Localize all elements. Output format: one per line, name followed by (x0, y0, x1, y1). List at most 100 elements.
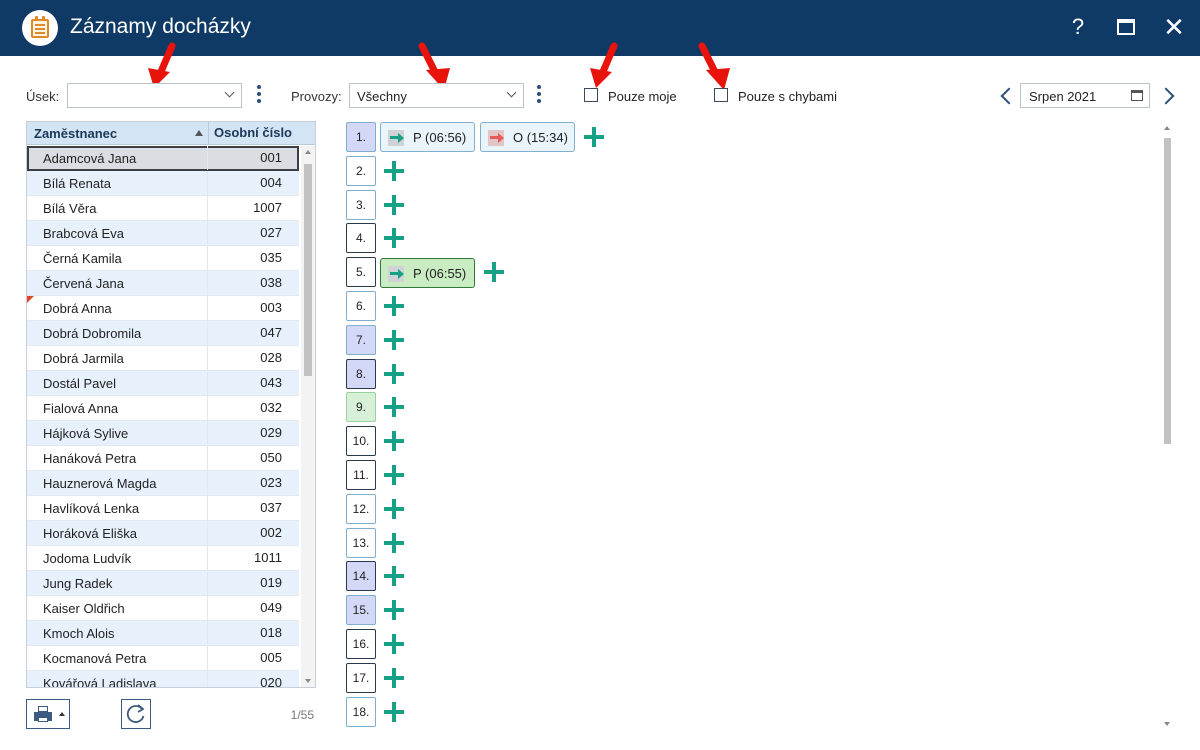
scroll-down-icon[interactable] (305, 679, 311, 683)
table-row[interactable]: Černá Kamila 035 (27, 246, 299, 271)
departure-record[interactable]: O (15:34) (480, 122, 575, 152)
scroll-down-icon[interactable] (1164, 722, 1170, 726)
day-cell[interactable]: 9. (346, 392, 376, 423)
usek-dropdown[interactable] (67, 83, 242, 108)
add-record-plus-icon[interactable] (384, 701, 404, 722)
add-record-plus-icon[interactable] (484, 262, 504, 283)
pouze-moje-checkbox[interactable] (584, 88, 598, 102)
table-row[interactable]: Hájková Sylive 029 (27, 421, 299, 446)
day-cell[interactable]: 17. (346, 662, 376, 693)
add-record-plus-icon[interactable] (384, 431, 404, 452)
employee-number: 035 (207, 246, 298, 270)
usek-more-menu-icon[interactable] (256, 85, 262, 105)
day-cell[interactable]: 2. (346, 155, 376, 186)
table-row[interactable]: Hauznerová Magda 023 (27, 471, 299, 496)
day-cell[interactable]: 7. (346, 324, 376, 355)
maximize-button[interactable] (1112, 13, 1140, 41)
table-row[interactable]: Dostál Pavel 043 (27, 371, 299, 396)
add-record-plus-icon[interactable] (384, 498, 404, 519)
close-button[interactable]: ✕ (1160, 13, 1188, 41)
day-cell[interactable]: 1. (346, 122, 376, 152)
period-picker[interactable]: Srpen 2021 (1020, 83, 1150, 108)
day-cell[interactable]: 11. (346, 460, 376, 490)
column-header-number[interactable]: Osobní číslo (208, 122, 298, 144)
table-row[interactable]: Adamcová Jana 001 (27, 146, 299, 171)
next-month-button[interactable] (1158, 85, 1178, 107)
arrival-record[interactable]: P (06:55) (380, 258, 475, 288)
add-record-plus-icon[interactable] (384, 194, 404, 215)
scroll-thumb[interactable] (1164, 138, 1171, 444)
column-header-name[interactable]: Zaměstnanec (34, 126, 117, 141)
table-row[interactable]: Dobrá Dobromila 047 (27, 321, 299, 346)
grid-scrollbar[interactable] (301, 146, 315, 687)
provozy-more-menu-icon[interactable] (536, 85, 542, 105)
employee-name: Horáková Eliška (43, 526, 137, 541)
table-row[interactable]: Kmoch Alois 018 (27, 621, 299, 646)
table-row[interactable]: Dobrá Jarmila 028 (27, 346, 299, 371)
add-record-plus-icon[interactable] (384, 329, 404, 350)
attendance-app-icon (22, 10, 58, 46)
scroll-up-icon[interactable] (1164, 126, 1170, 130)
add-record-plus-icon[interactable] (384, 634, 404, 654)
day-cell[interactable]: 16. (346, 629, 376, 659)
day-cell[interactable]: 3. (346, 189, 376, 220)
table-row[interactable]: Kaiser Oldřich 049 (27, 596, 299, 621)
add-record-plus-icon[interactable] (384, 566, 404, 587)
employee-name: Fialová Anna (43, 401, 119, 416)
day-cell[interactable]: 13. (346, 527, 376, 558)
calendar-icon[interactable] (1131, 90, 1143, 101)
day-cell[interactable]: 6. (346, 291, 376, 321)
table-row[interactable]: Hanáková Petra 050 (27, 446, 299, 471)
scroll-up-icon[interactable] (305, 150, 311, 154)
employee-name: Kaiser Oldřich (43, 601, 125, 616)
employee-number: 029 (207, 421, 298, 445)
employee-number: 018 (207, 621, 298, 645)
table-row[interactable]: Jodoma Ludvík 1011 (27, 546, 299, 571)
table-row[interactable]: Brabcová Eva 027 (27, 221, 299, 246)
pouze-moje-label[interactable]: Pouze moje (608, 89, 677, 104)
table-row[interactable]: Dobrá Anna 003 (27, 296, 299, 321)
employee-name: Hájková Sylive (43, 426, 129, 441)
add-record-plus-icon[interactable] (384, 600, 404, 621)
add-record-plus-icon[interactable] (384, 296, 404, 316)
day-list-scrollbar[interactable] (1160, 122, 1174, 728)
day-cell[interactable]: 8. (346, 358, 376, 389)
provozy-dropdown[interactable]: Všechny (349, 83, 524, 108)
refresh-button[interactable] (121, 699, 151, 729)
add-record-plus-icon[interactable] (384, 532, 404, 553)
day-cell[interactable]: 14. (346, 561, 376, 592)
table-row[interactable]: Červená Jana 038 (27, 271, 299, 296)
pouze-s-chybami-label[interactable]: Pouze s chybami (738, 89, 837, 104)
add-record-plus-icon[interactable] (584, 127, 604, 147)
day-cell[interactable]: 10. (346, 426, 376, 457)
employee-name: Kovářová Ladislava (43, 676, 157, 688)
add-record-plus-icon[interactable] (384, 228, 404, 249)
arrival-record[interactable]: P (06:56) (380, 122, 475, 152)
add-record-plus-icon[interactable] (384, 667, 404, 688)
table-row[interactable]: Horáková Eliška 002 (27, 521, 299, 546)
table-row[interactable]: Kocmanová Petra 005 (27, 646, 299, 671)
table-row[interactable]: Kovářová Ladislava 020 (27, 671, 299, 688)
employee-number: 023 (207, 471, 298, 495)
add-record-plus-icon[interactable] (384, 363, 404, 384)
employee-number: 001 (207, 146, 298, 170)
help-button[interactable]: ? (1064, 13, 1092, 41)
pouze-s-chybami-checkbox[interactable] (714, 88, 728, 102)
table-row[interactable]: Jung Radek 019 (27, 571, 299, 596)
add-record-plus-icon[interactable] (384, 397, 404, 418)
day-cell[interactable]: 5. (346, 257, 376, 288)
table-row[interactable]: Fialová Anna 032 (27, 396, 299, 421)
day-cell[interactable]: 4. (346, 223, 376, 254)
day-cell[interactable]: 18. (346, 696, 376, 727)
previous-month-button[interactable] (996, 85, 1016, 107)
day-cell[interactable]: 15. (346, 595, 376, 626)
scroll-thumb[interactable] (304, 164, 312, 376)
add-record-plus-icon[interactable] (384, 465, 404, 485)
add-record-plus-icon[interactable] (384, 160, 404, 181)
employee-name: Dobrá Anna (43, 301, 112, 316)
day-cell[interactable]: 12. (346, 493, 376, 524)
print-button[interactable] (26, 699, 70, 729)
table-row[interactable]: Bílá Renata 004 (27, 171, 299, 196)
table-row[interactable]: Havlíková Lenka 037 (27, 496, 299, 521)
table-row[interactable]: Bílá Věra 1007 (27, 196, 299, 221)
